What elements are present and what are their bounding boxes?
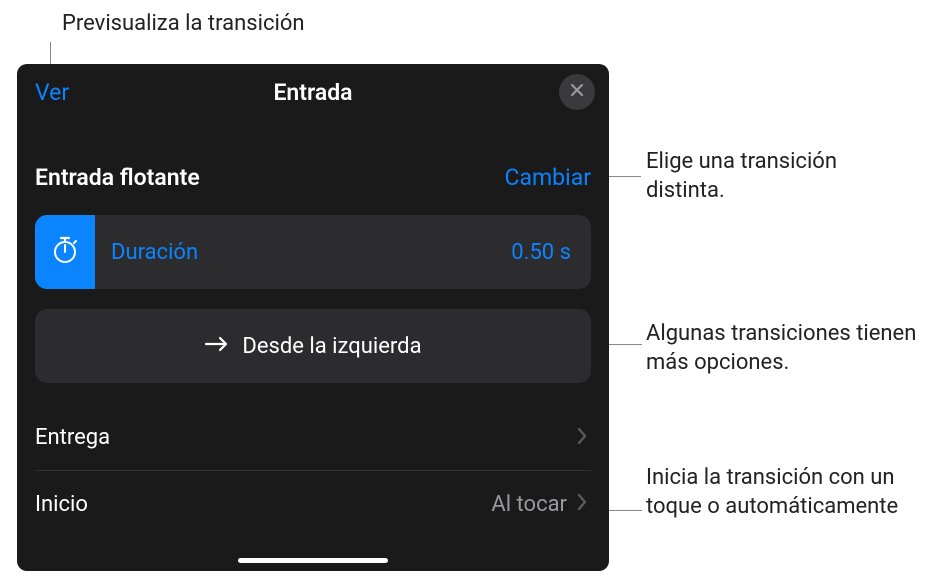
start-row[interactable]: Inicio Al tocar xyxy=(35,471,591,537)
duration-row[interactable]: Duración 0.50 s xyxy=(35,215,591,289)
panel-body: Entrada flotante Cambiar Duración 0.50 s xyxy=(17,120,609,537)
direction-label: Desde la izquierda xyxy=(242,334,421,359)
preview-button[interactable]: Ver xyxy=(35,79,69,106)
stopwatch-icon xyxy=(49,234,81,270)
chevron-right-icon xyxy=(577,493,587,515)
duration-value: 0.50 s xyxy=(511,240,571,265)
delivery-row[interactable]: Entrega xyxy=(35,405,591,471)
duration-icon-wrap xyxy=(35,215,95,289)
callout-direction: Algunas transiciones tienen más opciones… xyxy=(646,320,926,377)
transition-panel: Ver Entrada Entrada flotante Cambiar xyxy=(17,64,609,571)
home-indicator xyxy=(238,558,388,563)
duration-label: Duración xyxy=(111,240,511,265)
change-button[interactable]: Cambiar xyxy=(505,164,591,191)
effect-name: Entrada flotante xyxy=(35,164,200,191)
callout-start: Inicia la transición con un toque o auto… xyxy=(646,464,906,521)
start-value: Al tocar xyxy=(491,492,567,517)
callout-change: Elige una transición distinta. xyxy=(646,148,916,205)
callout-preview: Previsualiza la transición xyxy=(62,10,305,39)
close-button[interactable] xyxy=(559,74,595,110)
arrow-right-icon xyxy=(204,334,230,358)
direction-row[interactable]: Desde la izquierda xyxy=(35,309,591,383)
delivery-right xyxy=(577,427,587,449)
start-right: Al tocar xyxy=(491,492,587,517)
close-icon xyxy=(569,82,585,102)
effect-row: Entrada flotante Cambiar xyxy=(35,120,591,209)
delivery-label: Entrega xyxy=(35,425,110,450)
chevron-right-icon xyxy=(577,427,587,449)
panel-header: Ver Entrada xyxy=(17,64,609,120)
panel-title: Entrada xyxy=(273,79,352,106)
start-label: Inicio xyxy=(35,492,88,517)
